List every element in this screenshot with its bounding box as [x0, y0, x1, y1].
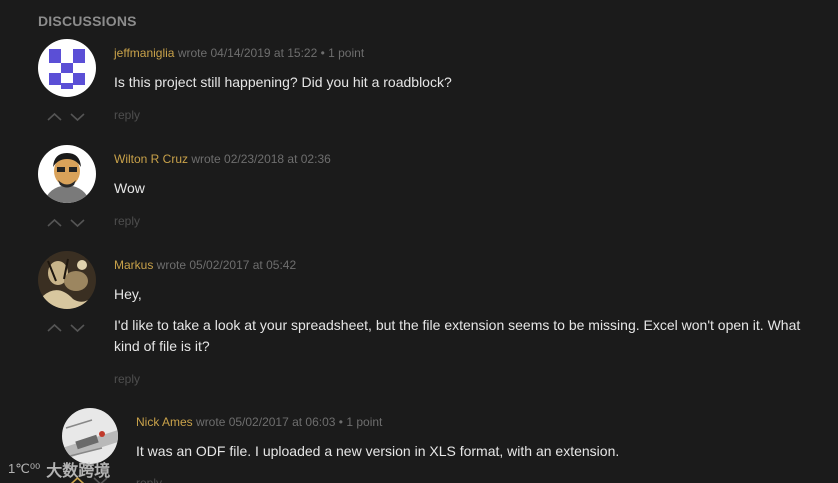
discussions-page: DISCUSSIONS jeffmaniglia wrote 04/14/201… — [0, 0, 838, 483]
vote-controls — [47, 112, 85, 122]
author-link[interactable]: Wilton R Cruz — [114, 152, 188, 166]
comment-text: Wow — [114, 180, 145, 196]
comment-meta: Markus wrote 05/02/2017 at 05:42 — [114, 258, 296, 272]
circuit-photo-icon — [62, 408, 118, 464]
comment-meta: Nick Ames wrote 05/02/2017 at 06:03 • 1 … — [136, 415, 382, 429]
comment-text: Hey, — [114, 286, 142, 302]
downvote-icon[interactable] — [70, 112, 85, 122]
comment-text: Is this project still happening? Did you… — [114, 74, 452, 90]
comment-meta: jeffmaniglia wrote 04/14/2019 at 15:22 •… — [114, 46, 364, 60]
avatar[interactable] — [38, 251, 96, 309]
vote-controls — [47, 323, 85, 333]
comment-body: Wow — [114, 178, 804, 199]
pixel-identicon-icon — [38, 39, 96, 97]
reply-link[interactable]: reply — [136, 476, 162, 483]
watermark-logo: 1℃⁰⁰ — [8, 461, 41, 476]
upvote-icon[interactable] — [47, 218, 62, 228]
watermark-text: 大数跨境 — [46, 463, 111, 480]
avatar[interactable] — [38, 39, 96, 97]
timestamp: wrote 04/14/2019 at 15:22 • 1 point — [174, 46, 365, 60]
cartoon-face-icon — [38, 145, 96, 203]
comment-text: It was an ODF file. I uploaded a new ver… — [136, 443, 620, 459]
vote-controls — [47, 218, 85, 228]
timestamp: wrote 05/02/2017 at 05:42 — [153, 258, 297, 272]
discussions-heading: DISCUSSIONS — [38, 13, 137, 29]
comment-body: Hey, I'd like to take a look at your spr… — [114, 284, 804, 357]
author-link[interactable]: jeffmaniglia — [114, 46, 174, 60]
sepia-photo-icon — [38, 251, 96, 309]
upvote-icon[interactable] — [47, 112, 62, 122]
avatar[interactable] — [38, 145, 96, 203]
comment-body: Is this project still happening? Did you… — [114, 72, 804, 93]
reply-link[interactable]: reply — [114, 108, 140, 122]
reply-link[interactable]: reply — [114, 214, 140, 228]
avatar[interactable] — [62, 408, 118, 464]
author-link[interactable]: Markus — [114, 258, 153, 272]
author-link[interactable]: Nick Ames — [136, 415, 193, 429]
downvote-icon[interactable] — [70, 323, 85, 333]
comment-body: It was an ODF file. I uploaded a new ver… — [136, 441, 806, 462]
comment-text: I'd like to take a look at your spreadsh… — [114, 317, 801, 354]
comment-meta: Wilton R Cruz wrote 02/23/2018 at 02:36 — [114, 152, 331, 166]
downvote-icon[interactable] — [70, 218, 85, 228]
reply-link[interactable]: reply — [114, 372, 140, 386]
timestamp: wrote 05/02/2017 at 06:03 • 1 point — [192, 415, 383, 429]
upvote-icon[interactable] — [47, 323, 62, 333]
watermark: 1℃⁰⁰ 大数跨境 — [8, 457, 110, 481]
timestamp: wrote 02/23/2018 at 02:36 — [188, 152, 331, 166]
